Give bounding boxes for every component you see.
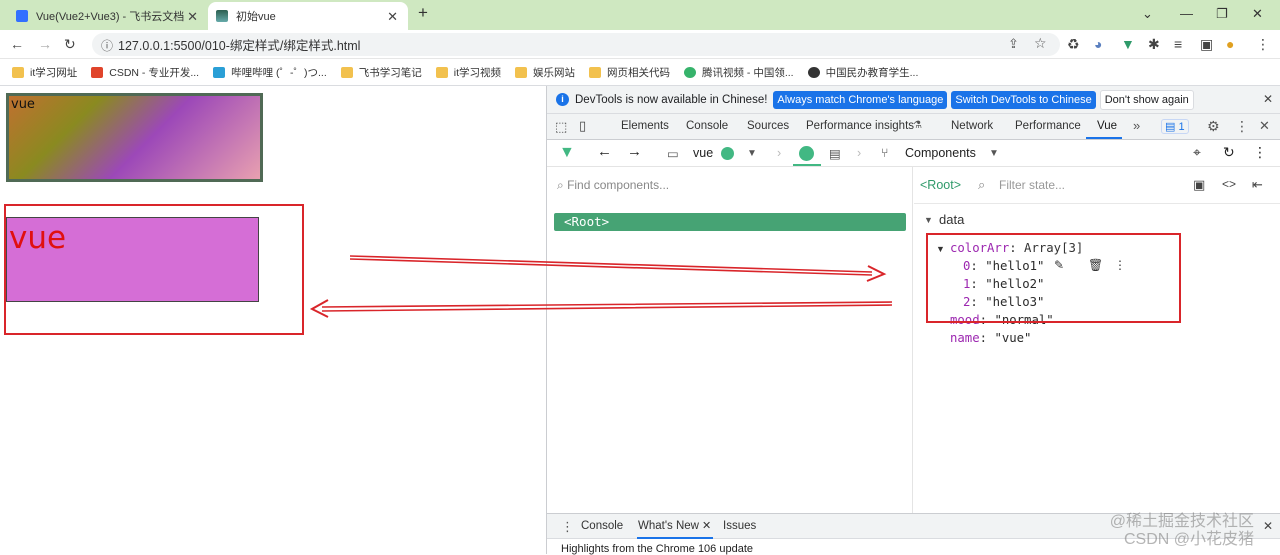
- watermark: @稀土掘金技术社区 CSDN @小花皮猪: [1102, 513, 1254, 549]
- annotation-arrows: [309, 255, 893, 318]
- watermark-line: CSDN @小花皮猪: [1124, 531, 1255, 548]
- arrow-right: [349, 255, 887, 282]
- arrow-left: [309, 299, 893, 318]
- watermark-line: @稀土掘金技术社区: [1109, 513, 1255, 530]
